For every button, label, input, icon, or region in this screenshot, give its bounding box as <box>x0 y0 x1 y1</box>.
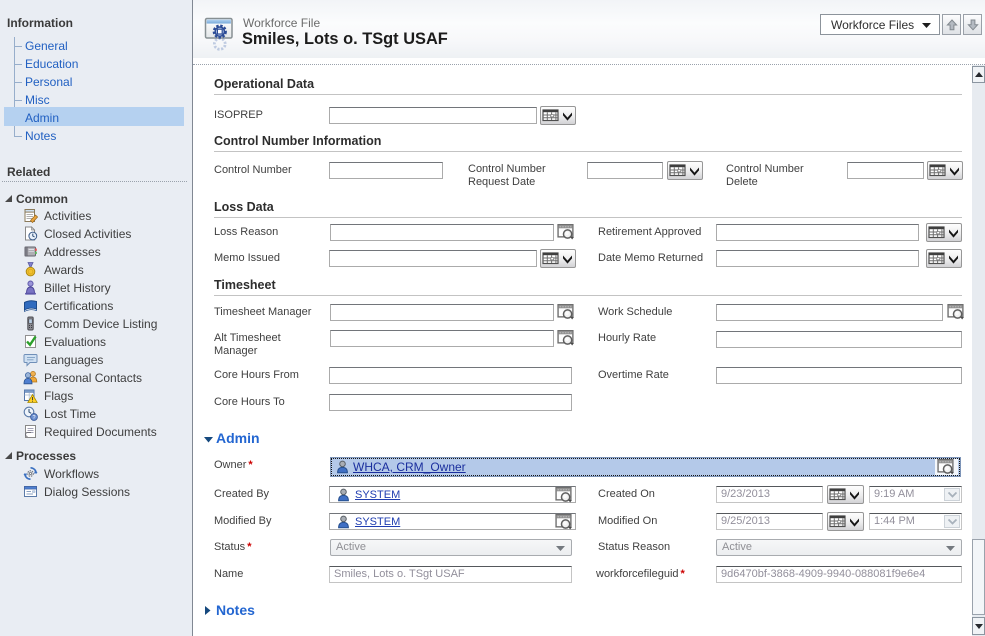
svg-text:?: ? <box>33 415 36 421</box>
